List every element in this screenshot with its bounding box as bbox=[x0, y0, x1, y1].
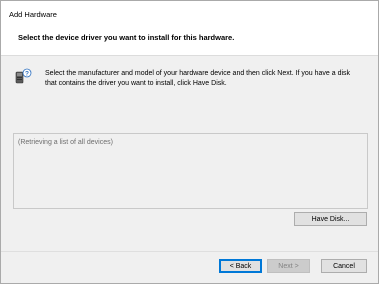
device-list-status: (Retrieving a list of all devices) bbox=[18, 139, 113, 146]
instructions-text: Select the manufacturer and model of you… bbox=[45, 70, 351, 87]
have-disk-button[interactable]: Have Disk... bbox=[294, 212, 367, 226]
wizard-header: Select the device driver you want to ins… bbox=[1, 24, 378, 56]
device-list[interactable]: (Retrieving a list of all devices) bbox=[13, 133, 368, 209]
footer-divider bbox=[1, 251, 378, 252]
next-button[interactable]: Next > bbox=[267, 259, 310, 273]
header-text: Select the device driver you want to ins… bbox=[18, 33, 235, 42]
device-question-icon: ? bbox=[14, 68, 32, 86]
back-button[interactable]: < Back bbox=[219, 259, 262, 273]
svg-text:?: ? bbox=[25, 70, 29, 77]
window-title: Add Hardware bbox=[9, 10, 57, 19]
add-hardware-dialog: Add Hardware Select the device driver yo… bbox=[0, 0, 379, 284]
title-bar: Add Hardware bbox=[1, 1, 378, 24]
cancel-button[interactable]: Cancel bbox=[321, 259, 367, 273]
